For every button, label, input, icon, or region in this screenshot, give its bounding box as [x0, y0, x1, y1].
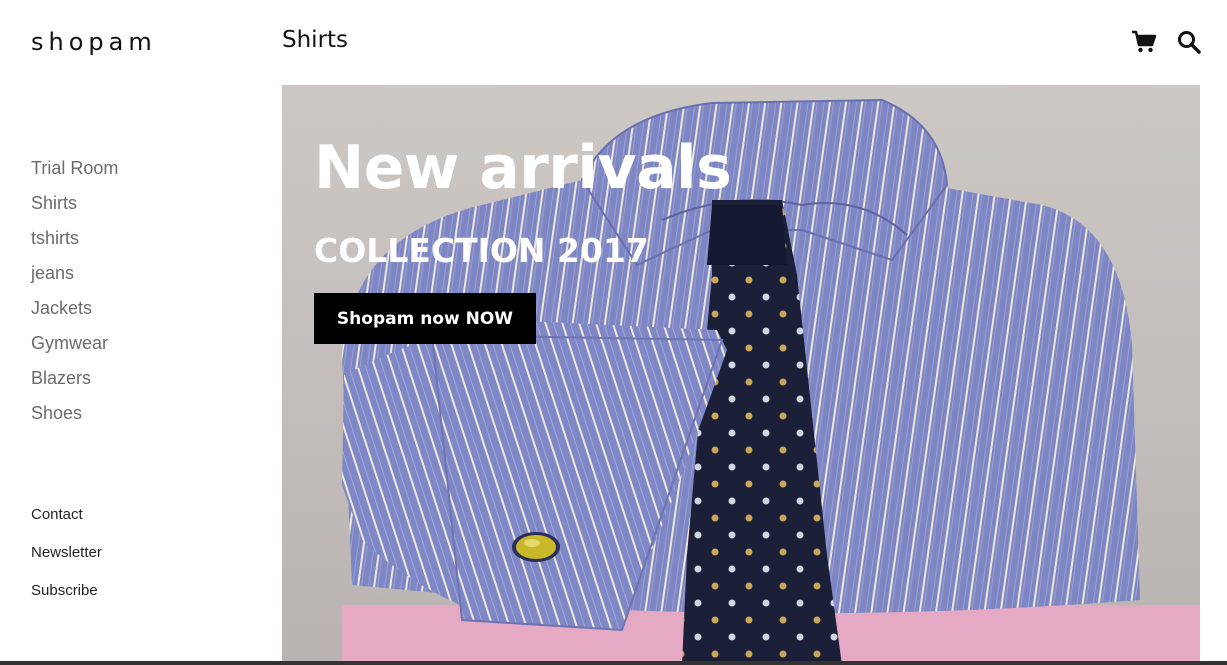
- category-nav: Trial Room Shirts tshirts jeans Jackets …: [31, 156, 118, 436]
- nav-item-trial-room[interactable]: Trial Room: [31, 156, 118, 191]
- shop-now-button[interactable]: Shopam now NOW: [314, 293, 536, 344]
- hero-subtitle: COLLECTION 2017: [314, 231, 649, 270]
- nav-link-newsletter[interactable]: Newsletter: [31, 543, 102, 581]
- hero-title: New arrivals: [314, 133, 732, 203]
- cart-icon[interactable]: [1131, 30, 1157, 54]
- secondary-nav: Contact Newsletter Subscribe: [31, 505, 102, 619]
- nav-item-jeans[interactable]: jeans: [31, 261, 118, 296]
- page-bottom-edge: [0, 661, 1227, 665]
- brand-logo[interactable]: shopam: [31, 28, 157, 56]
- nav-item-shoes[interactable]: Shoes: [31, 401, 118, 436]
- nav-item-gymwear[interactable]: Gymwear: [31, 331, 118, 366]
- nav-item-jackets[interactable]: Jackets: [31, 296, 118, 331]
- nav-item-shirts[interactable]: Shirts: [31, 191, 118, 226]
- page-title: Shirts: [282, 27, 349, 53]
- nav-item-tshirts[interactable]: tshirts: [31, 226, 118, 261]
- nav-link-contact[interactable]: Contact: [31, 505, 102, 543]
- nav-link-subscribe[interactable]: Subscribe: [31, 581, 102, 619]
- nav-item-blazers[interactable]: Blazers: [31, 366, 118, 401]
- hero-banner: New arrivals COLLECTION 2017 Shopam now …: [282, 85, 1200, 665]
- search-icon[interactable]: [1177, 30, 1201, 54]
